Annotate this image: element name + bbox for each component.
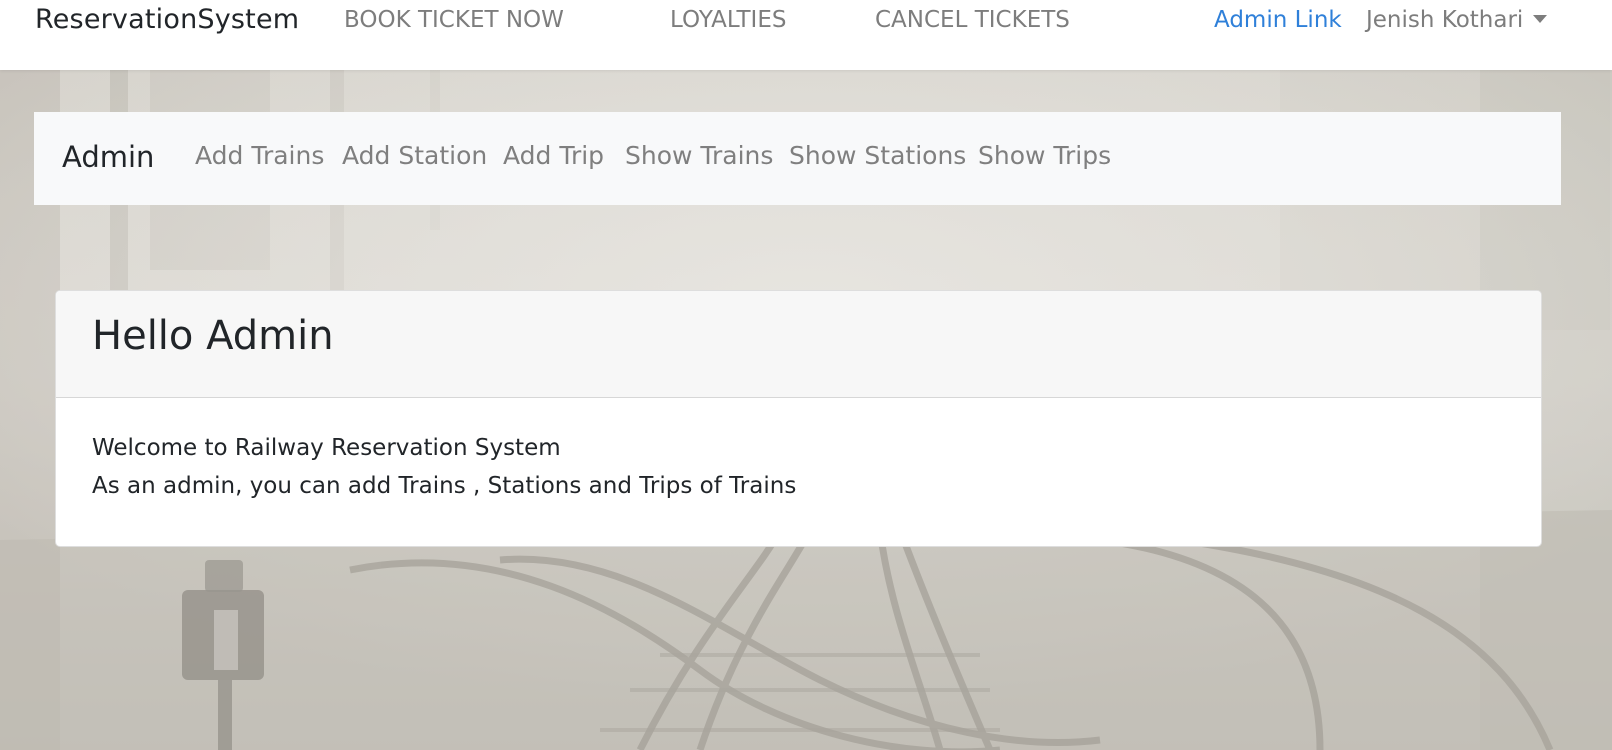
subnav-add-station[interactable]: Add Station xyxy=(342,141,487,170)
admin-subnav: Admin Add Trains Add Station Add Trip Sh… xyxy=(34,112,1561,205)
card-header: Hello Admin xyxy=(56,291,1541,398)
nav-cancel-tickets[interactable]: CANCEL TICKETS xyxy=(875,7,1070,33)
subnav-add-trains[interactable]: Add Trains xyxy=(195,141,324,170)
subnav-show-trains[interactable]: Show Trains xyxy=(625,141,773,170)
admin-info-text: As an admin, you can add Trains , Statio… xyxy=(92,473,797,499)
user-name: Jenish Kothari xyxy=(1366,7,1524,33)
subnav-show-trips[interactable]: Show Trips xyxy=(978,141,1111,170)
welcome-card: Hello Admin Welcome to Railway Reservati… xyxy=(55,290,1542,547)
admin-brand[interactable]: Admin xyxy=(62,140,154,174)
subnav-show-stations[interactable]: Show Stations xyxy=(789,141,966,170)
top-navbar: ReservationSystem BOOK TICKET NOW LOYALT… xyxy=(0,0,1612,70)
subnav-add-trip[interactable]: Add Trip xyxy=(503,141,604,170)
brand-logo-link[interactable]: ReservationSystem xyxy=(35,4,299,35)
caret-down-icon xyxy=(1533,15,1548,23)
nav-admin-link[interactable]: Admin Link xyxy=(1214,7,1342,33)
welcome-text: Welcome to Railway Reservation System xyxy=(92,435,561,461)
card-title: Hello Admin xyxy=(92,313,334,359)
nav-loyalties[interactable]: LOYALTIES xyxy=(670,7,786,33)
nav-book-ticket-now[interactable]: BOOK TICKET NOW xyxy=(344,7,564,33)
user-dropdown-toggle[interactable]: Jenish Kothari xyxy=(1366,7,1548,33)
